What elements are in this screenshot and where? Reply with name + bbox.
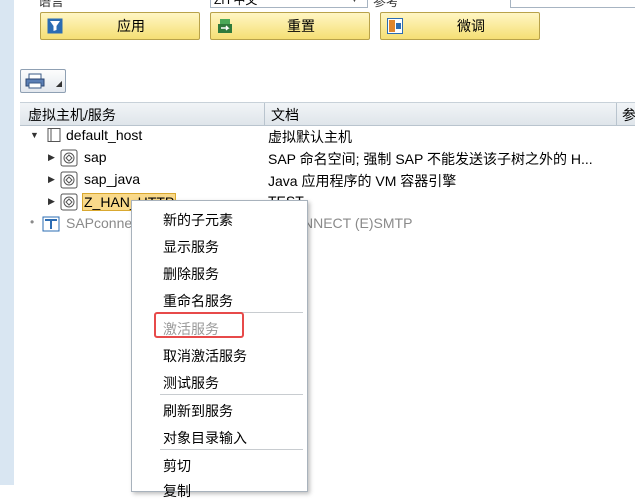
menu-item-new-child[interactable]: 新的子元素	[163, 210, 233, 230]
folder-book-icon	[46, 127, 62, 143]
tune-icon	[387, 18, 403, 34]
tree-row-default-host[interactable]: ▼ default_host 虚拟默认主机	[20, 125, 635, 147]
context-menu: 新的子元素 显示服务 删除服务 重命名服务 激活服务 取消激活服务 测试服务 刷…	[131, 200, 308, 499]
menu-separator	[160, 449, 303, 450]
collapse-triangle-icon[interactable]: ▼	[30, 130, 39, 140]
column-separator[interactable]	[264, 103, 265, 125]
reference-field[interactable]	[510, 0, 635, 8]
print-icon	[25, 73, 45, 92]
doc-cell: SAP 命名空间; 强制 SAP 不能发送该子树之外的 H...	[268, 151, 593, 167]
language-field[interactable]: ZH 中文	[210, 0, 368, 8]
reset-icon	[217, 18, 233, 34]
menu-separator	[160, 394, 303, 395]
expand-triangle-icon[interactable]: ▶	[48, 196, 55, 207]
background	[0, 0, 635, 485]
tree-row-sapconnect[interactable]: • SAPconnect CONNECT (E)SMTP	[20, 213, 635, 235]
filter-icon	[47, 18, 63, 34]
service-node-icon	[60, 171, 78, 189]
reset-label: 重置	[287, 18, 315, 34]
tree-row-sap[interactable]: ▶ sap SAP 命名空间; 强制 SAP 不能发送该子树之外的 H...	[20, 147, 635, 169]
bullet-icon: •	[30, 215, 35, 229]
mail-node-icon	[42, 215, 60, 232]
menu-item-rename-service[interactable]: 重命名服务	[163, 291, 233, 311]
menu-item-copy[interactable]: 复制	[163, 481, 191, 501]
language-label: 语言	[38, 0, 65, 9]
menu-item-test-service[interactable]: 测试服务	[163, 373, 219, 393]
menu-item-cut[interactable]: 剪切	[163, 456, 191, 476]
menu-item-display-service[interactable]: 显示服务	[163, 237, 219, 257]
doc-cell: CONNECT (E)SMTP	[282, 215, 413, 231]
menu-item-deactivate-service[interactable]: 取消激活服务	[163, 346, 247, 366]
expand-triangle-icon[interactable]: ▶	[48, 174, 55, 185]
menu-item-refresh-to-service[interactable]: 刷新到服务	[163, 401, 233, 421]
reset-button[interactable]: 重置	[210, 12, 370, 40]
doc-cell: 虚拟默认主机	[268, 129, 352, 145]
doc-cell: TEST	[268, 193, 628, 209]
tune-button[interactable]: 微调	[380, 12, 540, 40]
column-header-host[interactable]: 虚拟主机/服务	[28, 105, 116, 125]
reference-label: 参考	[373, 0, 400, 9]
apply-label: 应用	[117, 18, 145, 34]
tree-node-label: sap	[84, 149, 107, 165]
column-separator[interactable]	[616, 103, 617, 125]
tree-node-label: default_host	[66, 127, 143, 143]
print-button[interactable]: ◢	[20, 69, 66, 93]
column-header-doc[interactable]: 文档	[271, 105, 299, 125]
tune-label: 微调	[457, 18, 485, 34]
service-node-icon	[60, 149, 78, 167]
column-header-ref[interactable]: 参	[622, 105, 635, 125]
tree-node-label: sap_java	[84, 171, 141, 187]
service-node-icon	[60, 193, 78, 211]
doc-cell: Java 应用程序的 VM 容器引擎	[268, 173, 457, 189]
tree-row-sap-java[interactable]: ▶ sap_java Java 应用程序的 VM 容器引擎	[20, 169, 635, 191]
menu-item-object-directory-entry[interactable]: 对象目录输入	[163, 428, 247, 448]
left-strip	[0, 0, 14, 485]
apply-button[interactable]: 应用	[40, 12, 200, 40]
dropdown-arrow-icon[interactable]: ◢	[56, 79, 62, 88]
menu-item-delete-service[interactable]: 删除服务	[163, 264, 219, 284]
tree-row-z-han-http[interactable]: ▶ Z_HAN_HTTP TEST	[20, 191, 635, 213]
highlight-box	[154, 312, 244, 338]
grid-header: 虚拟主机/服务 文档 参	[20, 102, 635, 126]
expand-triangle-icon[interactable]: ▶	[48, 152, 55, 163]
chevron-down-icon[interactable]: ▼	[350, 0, 359, 4]
